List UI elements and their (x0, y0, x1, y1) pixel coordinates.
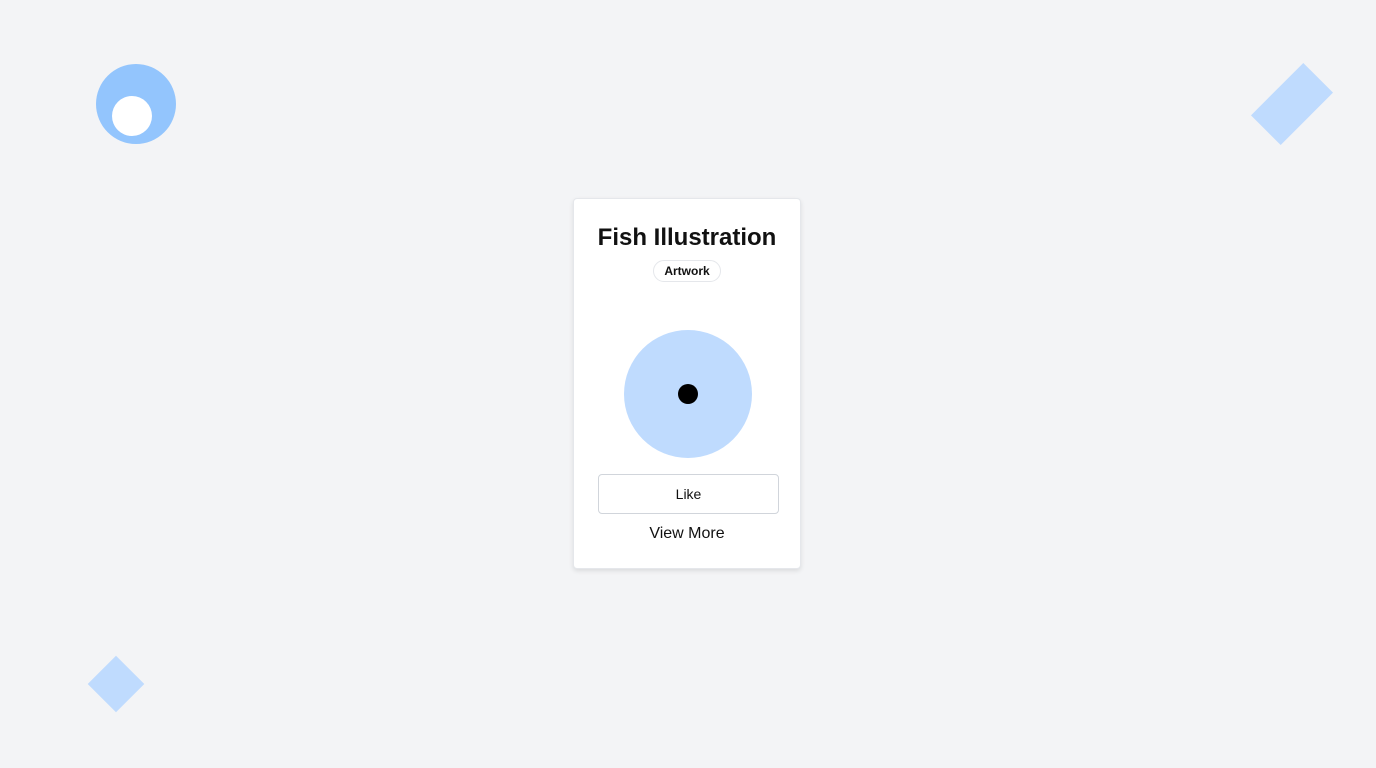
fish-eye (678, 384, 698, 404)
fish-illustration (624, 330, 752, 458)
artwork-card: Fish Illustration Artwork Like View More (573, 198, 801, 569)
view-more-link[interactable]: View More (574, 523, 800, 545)
diamond-decoration (87, 655, 145, 713)
circle-decoration-inner (112, 96, 152, 136)
circle-decoration (96, 64, 176, 144)
category-badge: Artwork (653, 260, 721, 282)
like-button[interactable]: Like (598, 474, 779, 514)
card-title: Fish Illustration (597, 224, 777, 251)
page: Fish Illustration Artwork Like View More (0, 0, 1376, 768)
rectangle-decoration (1250, 62, 1334, 146)
